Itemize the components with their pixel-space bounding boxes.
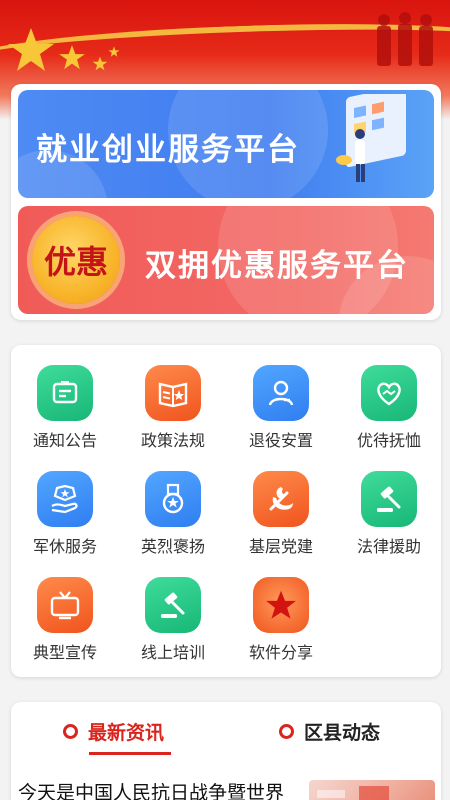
service-label: 基层党建	[248, 537, 313, 556]
heart-hands-icon	[361, 365, 417, 421]
service-online-training[interactable]: 线上培训	[123, 557, 223, 662]
service-label: 军休服务	[32, 537, 97, 556]
small-star-icon	[92, 56, 108, 71]
platform-banners: 就业创业服务平台 优惠 双拥优惠服务平台	[11, 84, 441, 320]
small-star-icon	[108, 46, 120, 57]
service-label: 典型宣传	[32, 643, 97, 662]
service-policy[interactable]: 政策法规	[123, 345, 223, 450]
service-label: 软件分享	[248, 643, 313, 662]
service-preferential-care[interactable]: 优待抚恤	[339, 345, 439, 450]
service-label: 政策法规	[140, 431, 205, 450]
tab-latest-news[interactable]: 最新资讯	[63, 716, 164, 746]
gavel-icon	[361, 471, 417, 527]
star-icon	[253, 577, 309, 633]
gavel-training-icon	[145, 577, 201, 633]
news-section: 最新资讯 区县动态 今天是中国人民抗日战争暨世界	[11, 702, 441, 800]
preferential-platform-banner[interactable]: 优惠 双拥优惠服务平台	[18, 206, 434, 314]
tab-ring-icon	[63, 723, 78, 739]
active-tab-indicator	[89, 752, 171, 755]
preferential-platform-title: 双拥优惠服务平台	[145, 248, 409, 284]
service-label: 优待抚恤	[356, 431, 421, 450]
preferential-badge-text: 优惠	[43, 243, 108, 281]
tab-ring-icon	[279, 723, 294, 739]
medal-icon	[145, 471, 201, 527]
news-item-title[interactable]: 今天是中国人民抗日战争暨世界	[18, 778, 284, 800]
news-thumbnail[interactable]	[309, 780, 435, 800]
service-label: 法律援助	[356, 537, 421, 556]
service-notice[interactable]: 通知公告	[15, 345, 115, 450]
service-retired-military[interactable]: 军休服务	[15, 451, 115, 556]
tv-icon	[37, 577, 93, 633]
soldiers-silhouette-icon	[377, 12, 433, 66]
preferential-badge: 优惠	[32, 216, 120, 304]
service-party-building[interactable]: 基层党建	[231, 451, 331, 556]
person-icon	[253, 365, 309, 421]
services-grid: 通知公告 政策法规 退役安置 优待抚恤 军休服务 英烈褒扬 基层党建 法律援助 …	[11, 345, 441, 677]
service-label: 退役安置	[248, 431, 313, 450]
tab-district-news[interactable]: 区县动态	[279, 716, 380, 746]
service-typical-publicity[interactable]: 典型宣传	[15, 557, 115, 662]
policy-book-icon	[145, 365, 201, 421]
service-label: 线上培训	[140, 643, 205, 662]
office-worker-illustration-icon	[336, 94, 406, 182]
service-legal-aid[interactable]: 法律援助	[339, 451, 439, 556]
service-label: 英烈褒扬	[140, 537, 205, 556]
service-software-share[interactable]: 软件分享	[231, 557, 331, 662]
large-star-icon	[8, 28, 54, 71]
badge-hand-icon	[37, 471, 93, 527]
notice-icon	[37, 365, 93, 421]
tab-label: 最新资讯	[88, 721, 165, 744]
service-martyrs[interactable]: 英烈褒扬	[123, 451, 223, 556]
party-emblem-icon	[253, 471, 309, 527]
employment-platform-banner[interactable]: 就业创业服务平台	[18, 90, 434, 198]
service-label: 通知公告	[32, 431, 97, 450]
employment-platform-title: 就业创业服务平台	[36, 132, 300, 168]
tab-label: 区县动态	[304, 721, 381, 744]
small-star-icon	[59, 45, 85, 70]
service-resettlement[interactable]: 退役安置	[231, 345, 331, 450]
